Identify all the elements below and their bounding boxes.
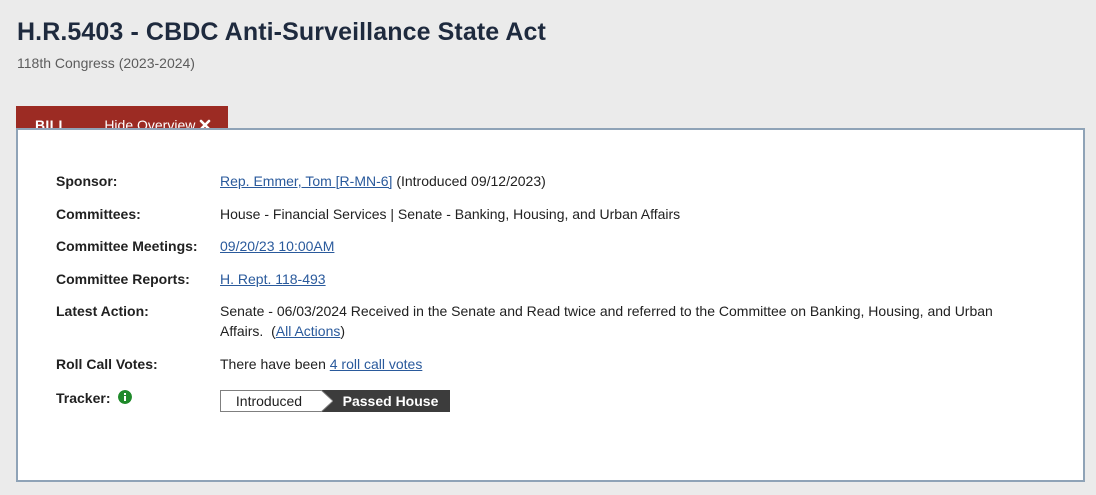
tracker-label: Tracker: [56, 390, 111, 406]
status-tracker: Introduced Passed House [220, 390, 450, 412]
roll-call-value: There have been 4 roll call votes [220, 354, 422, 374]
latest-close-paren: ) [340, 323, 346, 339]
tracker-step-passed-house: Passed House [321, 390, 450, 412]
page-title: H.R.5403 - CBDC Anti-Surveillance State … [17, 18, 546, 46]
tracker-label-group: Tracker: [56, 388, 133, 408]
all-actions-link[interactable]: All Actions [276, 323, 341, 339]
bill-overview-panel: Sponsor: Rep. Emmer, Tom [R-MN-6] (Intro… [16, 128, 1085, 482]
sponsor-link[interactable]: Rep. Emmer, Tom [R-MN-6] [220, 173, 392, 189]
tracker-step-label: Passed House [342, 393, 439, 409]
tracker-arrow-icon [321, 390, 333, 412]
tracker-step-label: Introduced [235, 393, 303, 409]
sponsor-label: Sponsor: [56, 173, 118, 189]
committees-value: House - Financial Services | Senate - Ba… [220, 206, 681, 222]
latest-action-value: Senate - 06/03/2024 Received in the Sena… [220, 301, 1020, 341]
tracker-step-introduced: Introduced [220, 390, 333, 412]
latest-open-paren: ( [263, 323, 276, 339]
meetings-label: Committee Meetings: [56, 238, 198, 254]
meeting-link[interactable]: 09/20/23 10:00AM [220, 238, 334, 254]
reports-label: Committee Reports: [56, 271, 190, 287]
report-link[interactable]: H. Rept. 118-493 [220, 271, 326, 287]
info-icon[interactable] [118, 390, 133, 404]
committees-label: Committees: [56, 206, 141, 222]
roll-call-label: Roll Call Votes: [56, 356, 158, 372]
sponsor-value: Rep. Emmer, Tom [R-MN-6] (Introduced 09/… [220, 171, 546, 191]
latest-action-label: Latest Action: [56, 303, 149, 319]
roll-call-prefix: There have been [220, 356, 330, 372]
congress-subtitle: 118th Congress (2023-2024) [17, 55, 195, 71]
roll-call-link[interactable]: 4 roll call votes [330, 356, 423, 372]
sponsor-introduced: (Introduced 09/12/2023) [392, 173, 546, 189]
